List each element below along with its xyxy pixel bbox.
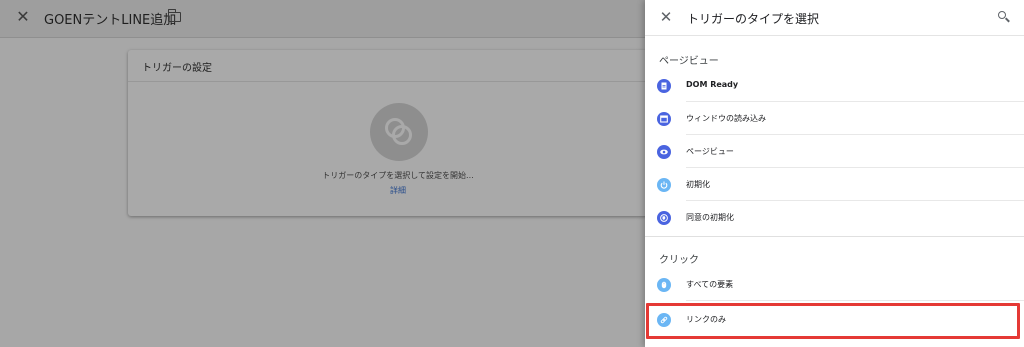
trigger-item-page-view[interactable]: ページビュー: [645, 135, 1024, 168]
item-label: すべての要素: [686, 280, 734, 289]
panel-close-icon[interactable]: ✕: [657, 8, 675, 26]
item-label: ウィンドウの読み込み: [686, 114, 766, 123]
item-label: 初期化: [686, 180, 710, 189]
section-title-click: クリック: [659, 255, 699, 266]
section-divider: [645, 236, 1024, 237]
card-hint-text: トリガーのタイプを選択して設定を開始...: [322, 171, 474, 180]
editor-title[interactable]: GOENテントLINE追加: [44, 9, 176, 28]
editor-topbar: ✕ GOENテントLINE追加: [0, 0, 645, 38]
consent-icon: [657, 211, 671, 225]
details-link[interactable]: 詳細: [128, 185, 668, 196]
power-icon: [657, 178, 671, 192]
item-divider: [686, 300, 1024, 301]
document-icon: [657, 79, 671, 93]
trigger-placeholder-icon[interactable]: [370, 103, 428, 161]
trigger-item-just-links[interactable]: リンクのみ: [645, 303, 1024, 336]
item-label: 同意の初期化: [686, 213, 734, 222]
trigger-type-panel: ✕ トリガーのタイプを選択 ページビュー DOM Ready ウィンドウの読み込…: [645, 0, 1024, 347]
window-icon: [657, 112, 671, 126]
mouse-icon: [657, 278, 671, 292]
item-label: ページビュー: [686, 147, 734, 156]
panel-title: トリガーのタイプを選択: [687, 12, 820, 26]
eye-icon: [657, 145, 671, 159]
trigger-item-consent-initialization[interactable]: 同意の初期化: [645, 201, 1024, 234]
editor-close-icon[interactable]: ✕: [14, 8, 32, 26]
search-handle: [1005, 17, 1010, 23]
item-label: DOM Ready: [686, 80, 739, 89]
trigger-config-card[interactable]: トリガーの設定 トリガーのタイプを選択して設定を開始... 詳細: [128, 50, 648, 216]
link-icon: [657, 313, 671, 327]
trigger-item-dom-ready[interactable]: DOM Ready: [645, 69, 1024, 102]
trigger-item-all-elements[interactable]: すべての要素: [645, 268, 1024, 301]
trigger-item-initialization[interactable]: 初期化: [645, 168, 1024, 201]
section-title-pageview: ページビュー: [659, 56, 719, 67]
folder-icon[interactable]: [167, 9, 181, 22]
item-label: リンクのみ: [686, 315, 726, 324]
ring-shape: [392, 125, 412, 145]
card-header: トリガーの設定: [128, 50, 648, 82]
panel-header: ✕ トリガーのタイプを選択: [645, 0, 1024, 36]
trigger-item-window-loaded[interactable]: ウィンドウの読み込み: [645, 102, 1024, 135]
search-icon[interactable]: [998, 11, 1010, 23]
